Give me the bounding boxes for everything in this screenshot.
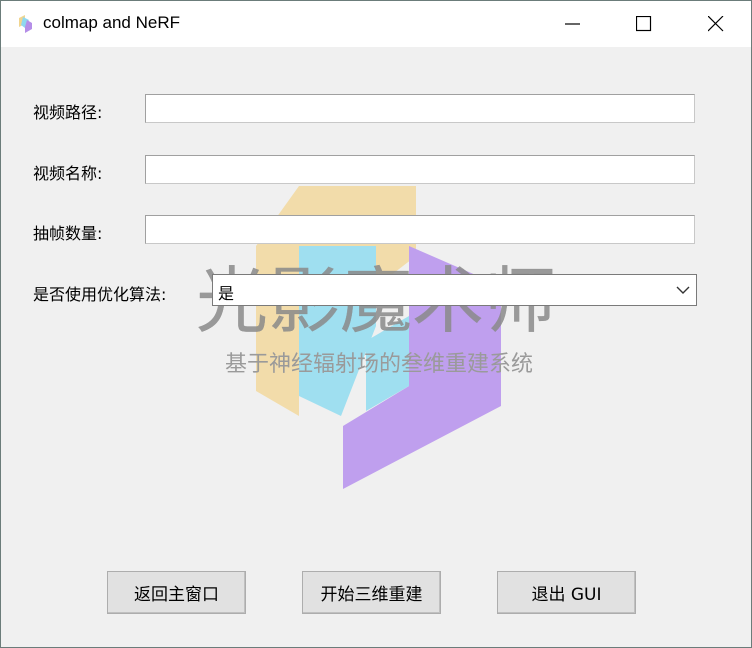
optimize-algorithm-select[interactable]: 是 — [212, 274, 697, 306]
start-reconstruction-button[interactable]: 开始三维重建 — [302, 571, 441, 614]
exit-gui-button[interactable]: 退出 GUI — [497, 571, 636, 614]
video-path-input[interactable] — [145, 94, 695, 123]
maximize-button[interactable] — [609, 1, 679, 47]
close-icon — [708, 16, 724, 32]
frame-count-input[interactable] — [145, 215, 695, 244]
back-to-main-button[interactable]: 返回主窗口 — [107, 571, 246, 614]
close-button[interactable] — [681, 1, 751, 47]
frame-count-label: 抽帧数量: — [33, 224, 103, 243]
video-name-input[interactable] — [145, 155, 695, 184]
app-logo-icon — [19, 15, 32, 33]
minimize-icon — [565, 23, 580, 25]
video-path-label: 视频路径: — [33, 103, 103, 122]
window-title: colmap and NeRF — [43, 13, 181, 32]
maximize-icon — [636, 16, 652, 32]
video-name-label: 视频名称: — [33, 164, 103, 183]
optimize-algorithm-value: 是 — [218, 284, 235, 303]
minimize-button[interactable] — [538, 1, 608, 47]
optimize-algorithm-label: 是否使用优化算法: — [33, 285, 167, 304]
title-bar[interactable]: colmap and NeRF — [1, 1, 751, 47]
app-window: colmap and NeRF 光影魔术师 基于神经辐射场的叁维重建系统 视频路… — [0, 0, 752, 648]
chevron-down-icon — [676, 286, 690, 294]
watermark-subtitle: 基于神经辐射场的叁维重建系统 — [225, 352, 533, 377]
